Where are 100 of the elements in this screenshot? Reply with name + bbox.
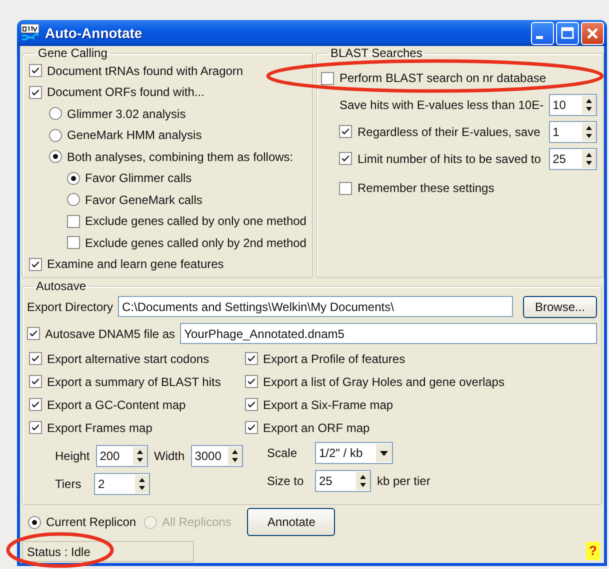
spin-arrows-icon[interactable] (582, 96, 596, 114)
field-label: Width (154, 449, 185, 463)
option-label: Export Frames map (47, 420, 152, 434)
field-label: Size to (267, 474, 305, 488)
spin-arrows-icon[interactable] (133, 447, 147, 465)
option-label: All Replicons (162, 515, 232, 529)
checkmark-icon (30, 86, 41, 98)
spin-arrows-icon[interactable] (582, 122, 596, 140)
checkmark-icon (246, 353, 257, 364)
spin-arrows-icon[interactable] (356, 472, 370, 490)
option-label: Export alternative start codons (47, 352, 210, 366)
spin-box[interactable]: 1 (548, 120, 597, 142)
option-label: Glimmer 3.02 analysis (67, 106, 186, 121)
checkmark-icon (246, 422, 257, 433)
checkmark-icon (30, 399, 41, 410)
annotate-button[interactable]: Annotate (247, 508, 336, 536)
spin-box[interactable]: 10 (548, 94, 597, 116)
option-label: Perform BLAST search on nr database (339, 71, 546, 85)
field-label: Export Directory (27, 300, 114, 314)
option-label: Export a GC-Content map (47, 398, 186, 412)
option-label: Document ORFs found with... (47, 85, 204, 100)
checkbox[interactable] (29, 352, 42, 365)
checkmark-icon (30, 258, 41, 270)
unit-label: kb per tier (377, 474, 430, 488)
spin-arrows-icon[interactable] (582, 150, 596, 168)
option-label: Favor GeneMark calls (85, 192, 202, 207)
checkbox[interactable] (339, 125, 352, 138)
spin-box[interactable]: 200 (96, 445, 148, 467)
option-label: GeneMark HMM analysis (67, 128, 202, 142)
spin-box[interactable]: 25 (315, 470, 371, 492)
option-label: Limit number of hits to be saved to (357, 152, 542, 166)
option-label: Export a Profile of features (263, 352, 406, 366)
checkbox[interactable] (29, 258, 42, 271)
minimize-icon (536, 36, 543, 38)
option-label: Autosave DNAM5 file as (45, 326, 176, 340)
option-label: Examine and learn gene features (47, 257, 224, 272)
option-label: Export a Six-Frame map (263, 398, 394, 412)
checkmark-icon (340, 153, 352, 164)
group-title: Autosave (35, 279, 88, 293)
checkbox[interactable] (339, 182, 352, 194)
checkbox[interactable] (245, 421, 258, 434)
checkbox[interactable] (245, 352, 258, 365)
spin-box[interactable]: 3000 (190, 445, 243, 467)
radio-button[interactable] (49, 107, 62, 120)
option-label: Remember these settings (357, 181, 494, 195)
checkbox[interactable] (245, 398, 258, 411)
checkbox[interactable] (245, 375, 258, 388)
checkmark-icon (28, 328, 39, 339)
option-label: Favor Glimmer calls (85, 171, 192, 186)
minimize-button[interactable] (531, 22, 554, 44)
field-label: Scale (267, 446, 298, 460)
option-label: Both analyses, combining them as follows: (67, 150, 294, 164)
checkbox[interactable] (67, 214, 80, 228)
group-title: Gene Calling (37, 46, 108, 60)
group-title: BLAST Searches (329, 46, 424, 60)
status-text: Status : Idle (22, 540, 194, 562)
option-label: Save hits with E-values less than 10E- (339, 98, 544, 112)
checkmark-icon (340, 126, 352, 137)
checkmark-icon (246, 399, 257, 410)
checkbox[interactable] (29, 64, 42, 78)
close-button[interactable] (581, 22, 604, 44)
checkbox[interactable] (67, 236, 80, 250)
field-label: Height (55, 449, 90, 463)
spin-arrows-icon[interactable] (228, 447, 242, 465)
option-label: Export a list of Gray Holes and gene overlaps (263, 374, 504, 388)
maximize-button[interactable] (556, 22, 579, 44)
option-label: Regardless of their E-values, save (357, 124, 542, 138)
browse-button[interactable]: Browse... (523, 296, 597, 318)
option-label: Exclude genes called only by 2nd method (85, 236, 306, 250)
radio-button[interactable] (49, 150, 62, 164)
directory-field[interactable]: C:\Documents and Settings\Welkin\My Documents\ (118, 296, 513, 317)
radio-button[interactable] (67, 193, 80, 206)
dna-app-icon (21, 24, 39, 42)
checkbox[interactable] (29, 86, 42, 99)
help-button[interactable]: ? (586, 542, 600, 560)
checkbox[interactable] (339, 152, 352, 165)
radio-button[interactable] (67, 172, 80, 185)
field-label: Tiers (55, 477, 82, 491)
window-title: Auto-Annotate (45, 25, 144, 41)
checkbox[interactable] (27, 327, 40, 340)
filename-field[interactable]: YourPhage_Annotated.dnam5 (180, 323, 597, 344)
checkmark-icon (30, 376, 41, 387)
radio-button[interactable] (49, 128, 62, 142)
checkmark-icon (30, 353, 41, 364)
checkmark-icon (246, 376, 257, 387)
option-label: Document tRNAs found with Aragorn (47, 64, 244, 78)
checkbox[interactable] (29, 398, 42, 411)
checkbox[interactable] (29, 375, 42, 388)
radio-button[interactable] (28, 516, 41, 528)
checkmark-icon (30, 65, 41, 76)
scale-dropdown[interactable]: 1/2" / kb (315, 442, 393, 464)
spin-arrows-icon[interactable] (135, 475, 149, 493)
spin-box[interactable]: 25 (548, 148, 597, 170)
option-label: Current Replicon (46, 515, 136, 529)
checkmark-icon (30, 422, 41, 433)
spin-box[interactable]: 2 (94, 473, 150, 495)
option-label: Exclude genes called by only one method (85, 214, 306, 228)
caret-icon (376, 444, 392, 462)
checkbox[interactable] (29, 421, 42, 434)
checkbox[interactable] (321, 72, 334, 84)
